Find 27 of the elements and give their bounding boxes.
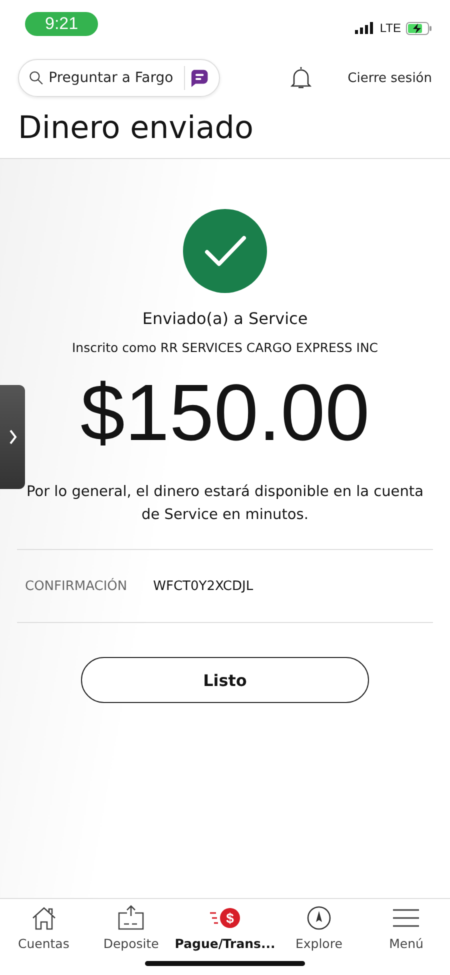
tab-bar-item[interactable]: $ Pague/Trans...	[174, 905, 276, 975]
deposit-icon	[117, 905, 146, 931]
tab-bar-item[interactable]: Cuentas	[0, 905, 88, 975]
logout-link[interactable]: Cierre sesión	[348, 70, 432, 86]
compass-icon	[306, 905, 332, 931]
page-title: Dinero enviado	[18, 110, 254, 148]
search-bar[interactable]: Preguntar a Fargo	[18, 59, 220, 97]
tab-bar-item[interactable]: Menú	[362, 905, 450, 975]
enrolled-name: Inscrito como RR SERVICES CARGO EXPRESS INC	[72, 340, 378, 355]
amount: $150.00	[80, 367, 370, 459]
bell-icon[interactable]	[290, 66, 312, 90]
tab-bar-item[interactable]: Explore	[275, 905, 363, 975]
done-button[interactable]: Listo	[81, 657, 369, 703]
network-label: LTE	[380, 21, 401, 35]
availability-note: Por lo general, el dinero estará disponible en la cuenta de Service en minutos.	[26, 483, 424, 525]
battery-icon	[406, 22, 432, 34]
side-panel-handle[interactable]	[0, 385, 25, 489]
confirmation-label: CONFIRMACIÓN	[25, 578, 128, 594]
signal-icon	[354, 22, 375, 34]
recipient-heading: Enviado(a) a Service	[142, 309, 308, 328]
chevron-right-icon	[8, 429, 16, 445]
status-time: 9:21	[25, 12, 98, 36]
house-icon	[30, 905, 57, 931]
search-icon	[29, 69, 44, 87]
confirmation-number: WFCT0Y2XCDJL	[153, 578, 254, 594]
checkmark-icon	[183, 209, 267, 293]
tab-bar-item[interactable]: Deposite	[87, 905, 175, 975]
